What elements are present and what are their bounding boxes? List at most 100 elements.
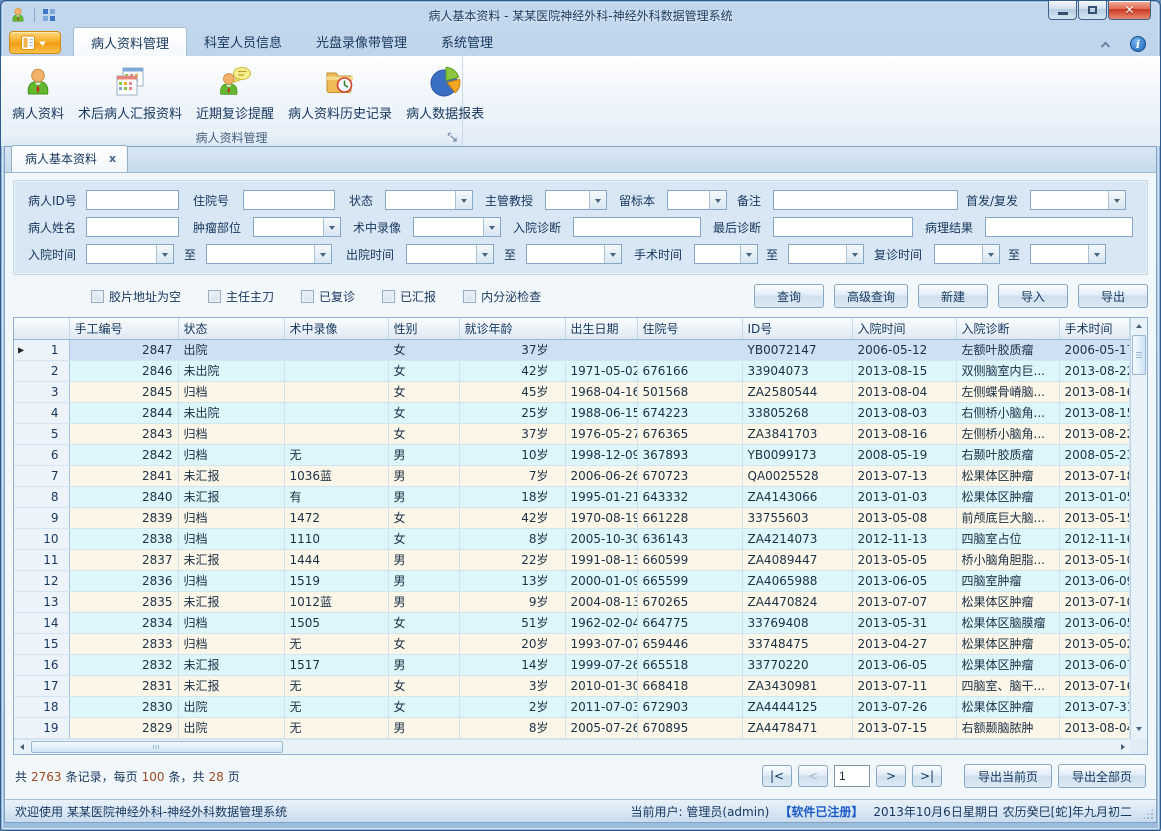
table-cell[interactable]: 1517	[284, 654, 388, 675]
table-cell[interactable]: 2844	[69, 402, 178, 423]
dropdown-arrow-icon[interactable]	[455, 191, 472, 209]
column-header[interactable]	[14, 318, 69, 339]
registered-link[interactable]: 【软件已注册】	[779, 803, 863, 820]
dialog-launcher-icon[interactable]	[447, 132, 459, 144]
filter-checkbox[interactable]: 胶片地址为空	[91, 288, 181, 305]
table-cell[interactable]: 2013-06-05	[852, 654, 956, 675]
row-number-cell[interactable]: 19	[14, 717, 69, 738]
table-cell[interactable]: 1519	[284, 570, 388, 591]
table-cell[interactable]: 2013-08-04	[1059, 717, 1130, 738]
table-cell[interactable]: 2008-05-19	[852, 444, 956, 465]
table-row[interactable]: 82840未汇报有男18岁1995-01-21643332ZA414306620…	[14, 486, 1130, 507]
table-cell[interactable]: 女	[388, 633, 459, 654]
discharge-date-to-combo[interactable]	[526, 244, 622, 264]
table-cell[interactable]: 右额颞脑脓肿	[956, 717, 1059, 738]
table-cell[interactable]: 2013-07-11	[852, 675, 956, 696]
table-cell[interactable]: 男	[388, 486, 459, 507]
table-cell[interactable]: 42岁	[459, 360, 565, 381]
row-number-cell[interactable]: 16	[14, 654, 69, 675]
table-cell[interactable]: 松果体区脑膜瘤	[956, 612, 1059, 633]
table-row[interactable]: 22846未出院女42岁1971-05-02676166339040732013…	[14, 360, 1130, 381]
table-cell[interactable]: 367893	[637, 444, 742, 465]
table-cell[interactable]: ZA4065988	[742, 570, 852, 591]
table-cell[interactable]: 7岁	[459, 465, 565, 486]
status-combo[interactable]	[385, 190, 473, 210]
column-header[interactable]: 出生日期	[565, 318, 637, 339]
table-cell[interactable]: 出院	[178, 696, 284, 717]
row-number-cell[interactable]: 15	[14, 633, 69, 654]
table-cell[interactable]: 2013-06-05	[1059, 612, 1130, 633]
table-cell[interactable]: 桥小脑角胆脂...	[956, 549, 1059, 570]
table-cell[interactable]: 1971-05-02	[565, 360, 637, 381]
info-icon[interactable]: i	[1130, 36, 1146, 52]
prev-page-button[interactable]: <	[798, 765, 828, 787]
table-row[interactable]: 42844未出院女25岁1988-06-15674223338052682013…	[14, 402, 1130, 423]
table-cell[interactable]: 未汇报	[178, 486, 284, 507]
table-cell[interactable]: 2013-05-08	[852, 507, 956, 528]
export-current-page-button[interactable]: 导出当前页	[964, 764, 1052, 788]
table-cell[interactable]: 2010-01-30	[565, 675, 637, 696]
table-cell[interactable]: 右侧桥小脑角...	[956, 402, 1059, 423]
table-cell[interactable]: 2013-07-15	[852, 717, 956, 738]
dropdown-arrow-icon[interactable]	[476, 245, 493, 263]
dropdown-arrow-icon[interactable]	[589, 191, 606, 209]
table-cell[interactable]: 643332	[637, 486, 742, 507]
scroll-down-icon[interactable]	[1131, 723, 1147, 738]
table-cell[interactable]	[284, 339, 388, 360]
table-cell[interactable]: 女	[388, 507, 459, 528]
row-number-cell[interactable]: 14	[14, 612, 69, 633]
table-cell[interactable]: ZA4470824	[742, 591, 852, 612]
ribbon-button[interactable]: 病人资料历史记录	[281, 61, 399, 124]
quick-access-layout-icon[interactable]	[42, 8, 56, 22]
ribbon-button[interactable]: 病人资料	[5, 61, 71, 124]
table-cell[interactable]: 女	[388, 528, 459, 549]
table-cell[interactable]: 2013-05-15	[1059, 507, 1130, 528]
row-number-cell[interactable]: 13	[14, 591, 69, 612]
table-cell[interactable]	[284, 423, 388, 444]
table-cell[interactable]: 51岁	[459, 612, 565, 633]
table-cell[interactable]: 男	[388, 570, 459, 591]
column-header[interactable]: 入院诊断	[956, 318, 1059, 339]
table-cell[interactable]: 1998-12-09	[565, 444, 637, 465]
column-header[interactable]: ID号	[742, 318, 852, 339]
table-cell[interactable]: 18岁	[459, 486, 565, 507]
table-cell[interactable]: 660599	[637, 549, 742, 570]
table-cell[interactable]: 2013-01-03	[852, 486, 956, 507]
table-cell[interactable]: 25岁	[459, 402, 565, 423]
admit-date-from-combo[interactable]	[86, 244, 174, 264]
table-cell[interactable]: 四脑室肿瘤	[956, 570, 1059, 591]
table-cell[interactable]: 2013-06-07	[1059, 654, 1130, 675]
row-number-cell[interactable]: 9	[14, 507, 69, 528]
scroll-up-icon[interactable]	[1131, 319, 1147, 334]
row-number-cell[interactable]: 10	[14, 528, 69, 549]
next-page-button[interactable]: >	[876, 765, 906, 787]
table-cell[interactable]: 665599	[637, 570, 742, 591]
ribbon-tab[interactable]: 病人资料管理	[73, 27, 187, 56]
row-number-cell[interactable]: 12	[14, 570, 69, 591]
table-cell[interactable]: 37岁	[459, 339, 565, 360]
table-cell[interactable]: 670723	[637, 465, 742, 486]
table-cell[interactable]: 2841	[69, 465, 178, 486]
table-cell[interactable]: 2013-07-10	[1059, 591, 1130, 612]
table-cell[interactable]: 女	[388, 612, 459, 633]
table-cell[interactable]: 2013-08-15	[1059, 402, 1130, 423]
table-cell[interactable]: 归档	[178, 612, 284, 633]
table-cell[interactable]: 未出院	[178, 360, 284, 381]
dropdown-arrow-icon[interactable]	[314, 245, 331, 263]
table-cell[interactable]: 33805268	[742, 402, 852, 423]
table-cell[interactable]: 2013-07-18	[1059, 465, 1130, 486]
table-cell[interactable]: 1012蓝	[284, 591, 388, 612]
table-row[interactable]: 162832未汇报1517男14岁1999-07-266655183377022…	[14, 654, 1130, 675]
table-cell[interactable]: 2835	[69, 591, 178, 612]
ribbon-tab[interactable]: 光盘录像带管理	[299, 27, 424, 56]
close-button[interactable]: ✕	[1108, 1, 1151, 20]
table-cell[interactable]: 未出院	[178, 402, 284, 423]
action-button[interactable]: 查询	[754, 284, 824, 308]
table-cell[interactable]: ZA2580544	[742, 381, 852, 402]
table-cell[interactable]: 右颞叶胶质瘤	[956, 444, 1059, 465]
column-header[interactable]: 手术时间	[1059, 318, 1130, 339]
checkbox-icon[interactable]	[382, 290, 395, 303]
table-cell[interactable]: 2846	[69, 360, 178, 381]
table-row[interactable]: 52843归档女37岁1976-05-27676365ZA38417032013…	[14, 423, 1130, 444]
table-cell[interactable]: 2013-08-22	[1059, 423, 1130, 444]
